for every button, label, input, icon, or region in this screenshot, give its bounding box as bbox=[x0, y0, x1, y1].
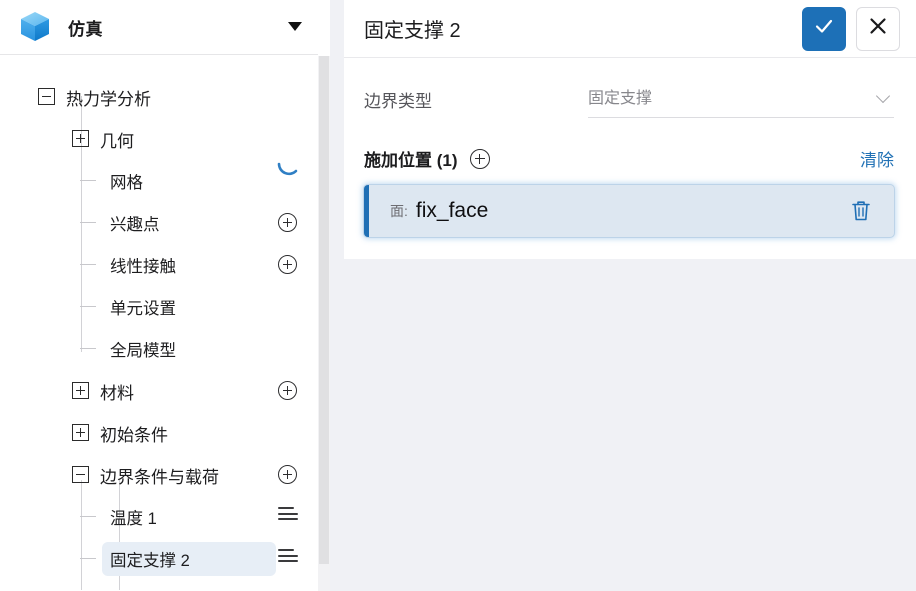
locations-section-header: 施加位置 (1) 清除 bbox=[364, 146, 894, 171]
tree-item-highlight bbox=[64, 416, 276, 450]
loading-spinner bbox=[276, 151, 302, 177]
boundary-type-value: 固定支撑 bbox=[588, 90, 653, 107]
plus-circle-icon bbox=[278, 213, 297, 232]
close-icon bbox=[866, 14, 890, 43]
sidebar: 仿真 热力学分析几何网格兴趣点线性接触单元设置全局模型材料初始条件边界条件与载荷… bbox=[0, 0, 330, 591]
tree-item-4[interactable]: 线性接触 bbox=[0, 244, 318, 286]
tree-item-10[interactable]: 温度 1 bbox=[0, 496, 318, 538]
tree-branch-stub bbox=[80, 222, 96, 223]
panel-header: 固定支撑 2 bbox=[344, 0, 916, 58]
tree-item-label: 几何 bbox=[100, 131, 134, 151]
tree-item-label: 热力学分析 bbox=[66, 89, 151, 109]
tree-item-label: 边界条件与载荷 bbox=[100, 467, 219, 487]
collapse-icon[interactable] bbox=[72, 466, 89, 483]
add-item-button[interactable] bbox=[278, 255, 298, 275]
confirm-button[interactable] bbox=[802, 6, 846, 51]
tree-item-2[interactable]: 网格 bbox=[0, 160, 318, 202]
tree-item-label: 单元设置 bbox=[110, 300, 176, 318]
selection-accent-bar bbox=[364, 185, 369, 237]
tree-branch-stub bbox=[80, 516, 96, 517]
tree-item-label: 网格 bbox=[110, 174, 143, 192]
add-item-button[interactable] bbox=[278, 213, 298, 233]
chevron-down-icon bbox=[876, 91, 892, 101]
tree-item-label: 固定支撑 2 bbox=[110, 552, 190, 570]
tree-item-11[interactable]: 固定支撑 2 bbox=[0, 538, 318, 580]
panel-body: 边界类型 固定支撑 施加位置 (1) 清除 面: fix_face bbox=[344, 58, 916, 259]
boundary-type-field: 边界类型 固定支撑 bbox=[364, 84, 894, 118]
trash-icon[interactable] bbox=[850, 199, 872, 223]
plus-circle-icon bbox=[278, 255, 297, 274]
sidebar-header: 仿真 bbox=[0, 0, 318, 55]
boundary-type-select[interactable]: 固定支撑 bbox=[588, 84, 894, 118]
item-menu-button[interactable] bbox=[278, 549, 298, 569]
location-item[interactable]: 面: fix_face bbox=[364, 185, 894, 237]
tree-item-label: 全局模型 bbox=[110, 342, 176, 360]
expand-icon[interactable] bbox=[72, 424, 89, 441]
tree-branch-stub bbox=[80, 180, 96, 181]
tree-item-label: 温度 1 bbox=[110, 510, 157, 528]
tree-item-0[interactable]: 热力学分析 bbox=[0, 76, 318, 118]
cancel-button[interactable] bbox=[856, 6, 900, 51]
tree-item-label: 材料 bbox=[100, 383, 134, 403]
sidebar-scrollbar-thumb[interactable] bbox=[319, 56, 329, 564]
collapse-icon[interactable] bbox=[38, 88, 55, 105]
tree-item-9[interactable]: 边界条件与载荷 bbox=[0, 454, 318, 496]
tree-branch-stub bbox=[80, 558, 96, 559]
list-icon bbox=[278, 549, 298, 563]
tree-item-label: 兴趣点 bbox=[110, 216, 160, 234]
panel-title: 固定支撑 2 bbox=[364, 20, 461, 42]
expand-icon[interactable] bbox=[72, 382, 89, 399]
location-type-label: 面: bbox=[390, 203, 408, 219]
tree-item-8[interactable]: 初始条件 bbox=[0, 412, 318, 454]
add-item-button[interactable] bbox=[278, 381, 298, 401]
add-item-button[interactable] bbox=[278, 465, 298, 485]
tree-item-6[interactable]: 全局模型 bbox=[0, 328, 318, 370]
main-area: 固定支撑 2 边界类型 固定支撑 施加位置 (1) 清除 面: fix_face bbox=[330, 0, 916, 591]
plus-circle-icon bbox=[278, 381, 297, 400]
locations-title: 施加位置 (1) bbox=[364, 151, 458, 170]
plus-circle-icon bbox=[278, 465, 297, 484]
list-icon bbox=[278, 507, 298, 521]
cube-icon bbox=[18, 10, 52, 44]
tree-branch-stub bbox=[80, 264, 96, 265]
tree-item-label: 线性接触 bbox=[110, 258, 176, 276]
check-icon bbox=[812, 14, 836, 43]
item-menu-button[interactable] bbox=[278, 507, 298, 527]
simulation-tree: 热力学分析几何网格兴趣点线性接触单元设置全局模型材料初始条件边界条件与载荷温度 … bbox=[0, 56, 318, 591]
app-title: 仿真 bbox=[68, 19, 103, 39]
location-name: fix_face bbox=[415, 199, 489, 222]
tree-item-1[interactable]: 几何 bbox=[0, 118, 318, 160]
expand-icon[interactable] bbox=[72, 130, 89, 147]
tree-branch-stub bbox=[80, 348, 96, 349]
tree-branch-stub bbox=[80, 306, 96, 307]
caret-down-icon[interactable] bbox=[288, 22, 302, 31]
tree-item-3[interactable]: 兴趣点 bbox=[0, 202, 318, 244]
tree-item-highlight bbox=[64, 122, 276, 156]
boundary-type-label: 边界类型 bbox=[364, 92, 432, 111]
clear-locations-link[interactable]: 清除 bbox=[860, 146, 894, 171]
add-location-button[interactable] bbox=[469, 148, 490, 169]
property-panel: 固定支撑 2 边界类型 固定支撑 施加位置 (1) 清除 面: fix_face bbox=[344, 0, 916, 259]
sidebar-scrollbar-track[interactable] bbox=[318, 56, 330, 591]
tree-item-5[interactable]: 单元设置 bbox=[0, 286, 318, 328]
tree-item-label: 初始条件 bbox=[100, 425, 168, 445]
tree-item-7[interactable]: 材料 bbox=[0, 370, 318, 412]
tree-item-highlight bbox=[64, 374, 276, 408]
location-list: 面: fix_face bbox=[364, 185, 894, 237]
